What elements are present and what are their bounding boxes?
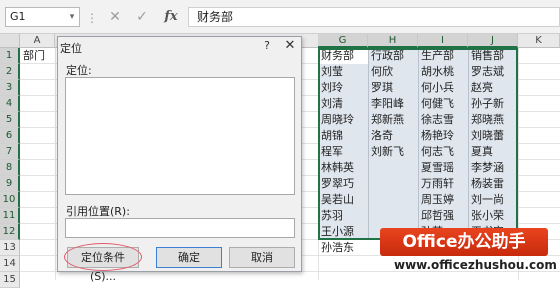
annotation-circle <box>64 243 142 271</box>
formula-input[interactable]: 财务部 <box>188 7 560 27</box>
row-header-14[interactable]: 14 <box>0 256 20 272</box>
row-header-12[interactable]: 12 <box>0 224 20 240</box>
row-header-4[interactable]: 4 <box>0 96 20 112</box>
goto-list-label: 定位: <box>66 64 92 77</box>
row-header-15[interactable]: 15 <box>0 272 20 288</box>
cancel-button[interactable]: 取消 <box>229 247 295 268</box>
watermark-logo: Office办公助手 <box>380 228 548 256</box>
row-header-8[interactable]: 8 <box>0 160 20 176</box>
cell-a1[interactable]: 部门 <box>20 48 55 64</box>
row-header-7[interactable]: 7 <box>0 144 20 160</box>
row-header-2[interactable]: 2 <box>0 64 20 80</box>
row-header-1[interactable]: 1 <box>0 48 20 64</box>
row-header-5[interactable]: 5 <box>0 112 20 128</box>
column-header-a[interactable]: A <box>20 34 55 48</box>
gridline <box>55 48 56 280</box>
reference-input[interactable] <box>65 218 295 238</box>
row-header-3[interactable]: 3 <box>0 80 20 96</box>
cancel-entry-icon[interactable]: ✕ <box>104 6 126 28</box>
row-header-10[interactable]: 10 <box>0 192 20 208</box>
row-header-6[interactable]: 6 <box>0 128 20 144</box>
column-header-j[interactable]: J <box>468 34 518 48</box>
row-header-9[interactable]: 9 <box>0 176 20 192</box>
watermark-url: www.officezhushou.com <box>394 258 557 272</box>
table-cell[interactable]: 孙浩东 <box>318 240 368 256</box>
column-header-k[interactable]: K <box>518 34 560 48</box>
column-header-g[interactable]: G <box>318 34 368 48</box>
reference-label: 引用位置(R): <box>66 205 130 218</box>
insert-function-icon[interactable]: fx <box>160 6 182 28</box>
confirm-entry-icon[interactable]: ✓ <box>131 6 153 28</box>
name-box-dropdown-icon[interactable]: ▾ <box>66 8 78 26</box>
help-icon[interactable]: ? <box>258 38 276 54</box>
selection-border <box>318 48 518 240</box>
column-header-h[interactable]: H <box>368 34 418 48</box>
ok-button[interactable]: 确定 <box>156 247 222 268</box>
goto-listbox[interactable] <box>65 77 295 195</box>
column-header-i[interactable]: I <box>418 34 468 48</box>
dialog-title: 定位 <box>60 42 82 55</box>
select-all-corner[interactable] <box>0 34 20 48</box>
close-icon[interactable]: ✕ <box>279 36 301 55</box>
row-header-13[interactable]: 13 <box>0 240 20 256</box>
row-header-11[interactable]: 11 <box>0 208 20 224</box>
formula-bar-grip-icon: ⋮ <box>86 11 98 25</box>
